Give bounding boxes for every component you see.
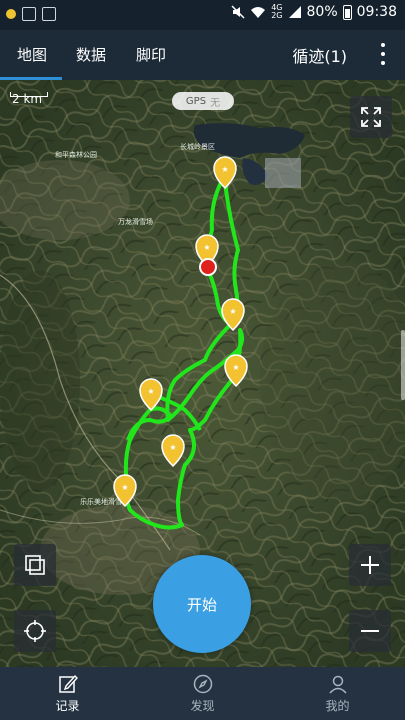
signal-icon (288, 6, 301, 18)
recorded-track-loop (122, 323, 245, 530)
trail-button[interactable]: 循迹(1) (292, 43, 347, 67)
expand-icon (361, 107, 381, 127)
tab-footprint[interactable]: 脚印 (136, 44, 166, 65)
minus-icon (361, 630, 379, 632)
bottom-nav: 记录 发现 我的 (0, 667, 405, 720)
battery-icon (342, 4, 352, 20)
waypoint-marker[interactable]: ★ (113, 474, 137, 508)
nav-discover[interactable]: 发现 (135, 667, 270, 720)
waypoint-marker[interactable]: ★ (221, 298, 245, 332)
svg-text:★: ★ (221, 165, 228, 174)
image-notification-icon (22, 7, 36, 21)
svg-text:★: ★ (229, 307, 236, 316)
top-header: 地图 数据 脚印 循迹(1) (0, 30, 405, 80)
start-button[interactable]: 开始 (153, 555, 251, 653)
battery-percent: 80% (306, 4, 338, 20)
status-notification-icons (6, 7, 56, 21)
user-icon (328, 675, 347, 694)
svg-text:★: ★ (232, 363, 239, 372)
nav-record-label: 记录 (55, 698, 80, 713)
mute-icon (231, 5, 245, 19)
svg-text:★: ★ (121, 483, 128, 492)
nav-me-label: 我的 (325, 698, 350, 713)
locate-icon (24, 620, 46, 642)
waypoint-marker[interactable]: ★ (161, 434, 185, 468)
tab-map[interactable]: 地图 (17, 44, 47, 65)
svg-text:★: ★ (169, 443, 176, 452)
edit-icon (58, 674, 78, 693)
nav-record[interactable]: 记录 (0, 667, 135, 720)
edge-handle[interactable] (401, 330, 405, 400)
status-bar: 4G 2G 80% 09:38 (0, 0, 405, 30)
waypoint-marker[interactable]: ★ (213, 156, 237, 190)
layers-button[interactable] (14, 544, 56, 586)
nav-discover-label: 发现 (190, 698, 215, 713)
current-position-marker (199, 258, 217, 276)
nav-me[interactable]: 我的 (270, 667, 405, 720)
waypoint-marker[interactable]: ★ (139, 378, 163, 412)
status-system-icons: 4G 2G 80% 09:38 (231, 4, 397, 20)
layers-icon (25, 555, 45, 575)
network-type: 4G 2G (271, 4, 282, 20)
tab-data[interactable]: 数据 (76, 44, 106, 65)
notification-dot-icon (6, 9, 16, 19)
compass-icon (193, 674, 212, 693)
gallery-notification-icon (42, 7, 56, 21)
zoom-in-button[interactable] (349, 544, 391, 586)
svg-text:★: ★ (147, 387, 154, 396)
locate-button[interactable] (14, 610, 56, 652)
fullscreen-button[interactable] (350, 96, 392, 138)
svg-text:★: ★ (203, 243, 210, 252)
network-type-bottom: 2G (271, 11, 283, 20)
app-root: 4G 2G 80% 09:38 地图 数据 脚印 循迹(1) 长城岭景区 和平森… (0, 0, 405, 720)
more-vertical-icon[interactable] (379, 43, 387, 65)
clock: 09:38 (356, 4, 397, 20)
plus-icon (361, 556, 379, 574)
zoom-out-button[interactable] (349, 610, 391, 652)
wifi-icon (251, 7, 266, 18)
